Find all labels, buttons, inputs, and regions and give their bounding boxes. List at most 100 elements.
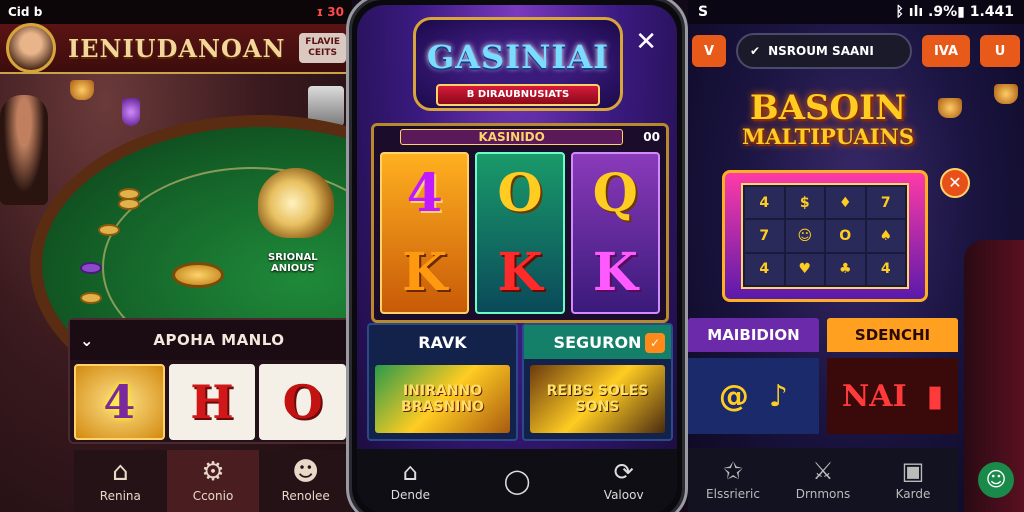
game-tiles: 4 H O	[70, 360, 350, 440]
reel: 4 K	[380, 152, 470, 314]
game-cards: MAIBIDION @ ♪ SDENCHI NAI ▮	[688, 318, 958, 444]
nav-item-battles[interactable]: ⚔ Drnmons	[778, 448, 868, 512]
nav-item-settings[interactable]: ⚙ Cconio	[166, 450, 260, 512]
heading-line-1: BASOIN	[749, 88, 907, 128]
chevron-down-icon[interactable]: ✓	[645, 333, 665, 353]
logo-title: GASINIAI	[426, 38, 610, 76]
nav-item-home[interactable]: ⌂ Renina	[74, 450, 167, 512]
game-tile[interactable]: H	[168, 364, 256, 440]
circle-icon: ◯	[503, 467, 531, 495]
promo-line-2: CEITS	[308, 48, 338, 58]
game-tile[interactable]: 4	[74, 364, 165, 440]
status-bar: S ᛒ ılı .9%▮ 1.441	[688, 0, 1024, 24]
app-title: IENIUDANOAN	[68, 33, 286, 63]
slot-symbol: 4	[745, 253, 784, 285]
nav-item-mascot[interactable]: ☻ Renolee	[259, 450, 352, 512]
nav-item-refresh[interactable]: ⟳ Valoov	[570, 449, 677, 512]
mascot-icon: ☻	[292, 457, 320, 487]
felt-line-1: SRIONAL	[268, 252, 318, 263]
app-bar: IENIUDANOAN FLAVIE CEITS	[0, 23, 352, 74]
slot-symbol: ♦	[826, 187, 865, 219]
chip-stack-icon	[118, 198, 140, 210]
left-button[interactable]: V	[692, 35, 726, 67]
phone-screen: GASINIAI B DIRAUBNUSIATS ✕ KASINIDO 00 4…	[357, 5, 677, 512]
gear-icon: ⚙	[201, 457, 225, 487]
logo-subtitle: B DIRAUBNUSIATS	[436, 84, 600, 106]
box-icon: ▣	[901, 457, 925, 485]
card-title: SDENCHI	[827, 318, 958, 352]
reel: Q K	[570, 152, 660, 314]
promo-line-1: FLAVIE	[305, 37, 340, 47]
nav-label: Drnmons	[795, 487, 851, 501]
lamp-icon	[70, 80, 94, 100]
chevron-down-icon[interactable]: ⌄	[80, 331, 93, 350]
slot-symbol: 4	[866, 253, 905, 285]
lamp-icon	[122, 98, 140, 126]
game-card[interactable]: SDENCHI NAI ▮	[827, 318, 958, 444]
casino-logo: GASINIAI B DIRAUBNUSIATS	[413, 17, 623, 111]
game-card[interactable]: SEGURON ✓ REIBS SOLES SONS	[522, 323, 673, 441]
app-bar: V ✔ NSROUM SAANI IVA U	[688, 28, 1024, 74]
bottom-nav: ✩ Elssrieric ⚔ Drnmons ▣ Karde	[688, 448, 958, 512]
card-art: @ ♪	[688, 358, 819, 434]
slot-machine: KASINIDO 00 4 K O K Q K	[371, 123, 669, 323]
status-left: S	[698, 4, 709, 20]
nav-label: Renolee	[281, 489, 330, 503]
card-art: NAI ▮	[827, 358, 958, 434]
game-card[interactable]: RAVK INIRANNO BRASNINO	[367, 323, 518, 441]
right-screen: S ᛒ ılı .9%▮ 1.441 V ✔ NSROUM SAANI IVA …	[688, 0, 1024, 512]
nav-label: Karde	[895, 487, 931, 501]
reel-symbol: Q	[592, 163, 638, 224]
felt-text: SRIONAL ANIOUS	[268, 252, 318, 274]
card-title: RAVK	[418, 332, 467, 352]
game-card[interactable]: MAIBIDION @ ♪	[688, 318, 819, 444]
slot-symbol: $	[785, 187, 824, 219]
reel-symbol: O	[497, 163, 543, 224]
slot-symbol: 7	[745, 220, 784, 252]
close-icon[interactable]: ✕	[635, 27, 657, 57]
lamp-icon	[938, 98, 962, 118]
status-bar: Cid b ɪ 30	[0, 0, 352, 24]
slot-reels[interactable]: 4 K O K Q K	[374, 148, 666, 318]
nav-label: Cconio	[192, 489, 234, 503]
game-tile[interactable]: O	[259, 364, 347, 440]
heading-line-2: MALTIPUAINS	[742, 124, 914, 149]
slot-machine[interactable]: 4 $ ♦ 7 7 ☺ O ♠ 4 ♥ ♣ 4	[722, 170, 928, 302]
slot-symbol: O	[826, 220, 865, 252]
chip-icon	[80, 292, 102, 304]
card-art-text: NAI	[841, 378, 907, 414]
slot-header: KASINIDO 00	[374, 126, 666, 148]
chip-icon	[80, 262, 102, 274]
left-screen: Cid b ɪ 30 IENIUDANOAN FLAVIE CEITS SRIO…	[0, 0, 352, 512]
dealer-figure	[0, 95, 48, 205]
promo-badge[interactable]: FLAVIE CEITS	[299, 33, 346, 63]
nav-item-favorites[interactable]: ✩ Elssrieric	[688, 448, 778, 512]
nav-item-home-button[interactable]: ◯	[464, 449, 571, 512]
nav-label: Valoov	[603, 488, 644, 502]
reel-symbol: 4	[406, 163, 443, 224]
home-icon: ⌂	[112, 457, 129, 487]
slot-symbol: ☺	[785, 220, 824, 252]
bottom-nav: ⌂ Dende ◯ ⟳ Valoov	[357, 449, 677, 512]
slot-symbol: ♣	[826, 253, 865, 285]
refresh-icon: ⟳	[613, 458, 634, 486]
nav-item-cards[interactable]: ▣ Karde	[868, 448, 958, 512]
slot-symbol: ♥	[785, 253, 824, 285]
home-icon: ⌂	[402, 458, 418, 486]
nav-item-home[interactable]: ⌂ Dende	[357, 449, 464, 512]
nav-label: Renina	[99, 489, 141, 503]
mid-button[interactable]: IVA	[922, 35, 970, 67]
card-art: REIBS SOLES SONS	[530, 365, 665, 433]
right-button[interactable]: U	[980, 35, 1020, 67]
music-note-icon: ♪	[768, 378, 789, 414]
profile-button[interactable]: ☺	[978, 462, 1014, 498]
search-input[interactable]: ✔ NSROUM SAANI	[736, 33, 912, 69]
felt-line-2: ANIOUS	[270, 263, 315, 274]
slot-symbol: 7	[866, 187, 905, 219]
crossed-swords-icon: ⚔	[812, 457, 834, 485]
avatar[interactable]	[6, 23, 56, 73]
reel-symbol: K	[402, 242, 448, 303]
promo-heading: BASOIN MALTIPUAINS	[728, 88, 928, 150]
sheet-header[interactable]: ⌄ APOHA MANLO	[70, 320, 350, 360]
close-icon[interactable]: ✕	[940, 168, 970, 198]
